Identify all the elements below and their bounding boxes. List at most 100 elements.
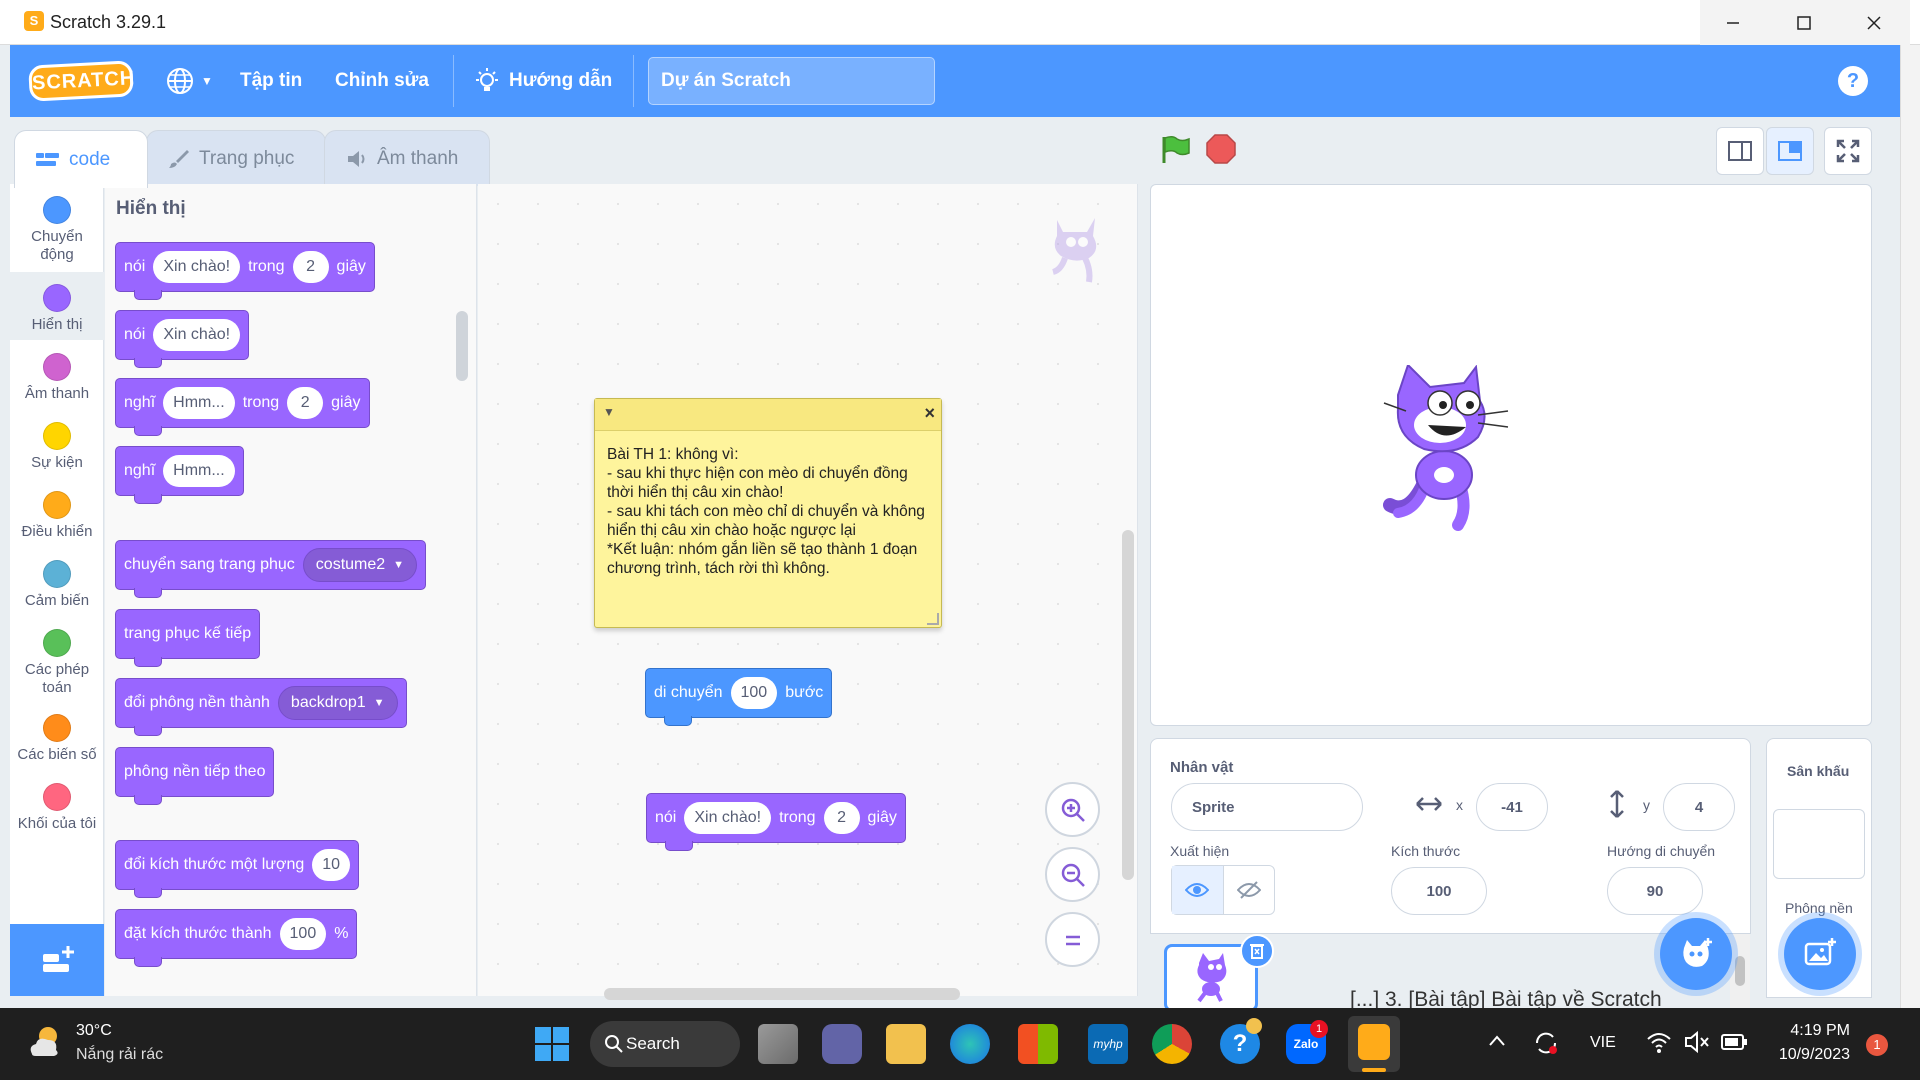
next-costume-block[interactable]: trang phục kế tiếp bbox=[115, 609, 261, 667]
delete-sprite-button[interactable] bbox=[1240, 934, 1274, 968]
file-explorer-icon[interactable] bbox=[886, 1024, 926, 1064]
resize-handle[interactable] bbox=[927, 613, 939, 625]
say-block[interactable]: nói Xin chào! bbox=[115, 310, 250, 368]
minimize-button[interactable] bbox=[1697, 0, 1769, 45]
message-input[interactable]: Xin chào! bbox=[153, 251, 241, 283]
volume-muted-icon[interactable] bbox=[1684, 1030, 1710, 1054]
comment-text[interactable]: Bài TH 1: không vì: - sau khi thực hiện … bbox=[595, 431, 941, 592]
file-menu[interactable]: Tập tin bbox=[240, 45, 302, 117]
category-sensing[interactable]: Cảm biến bbox=[10, 548, 104, 616]
edit-menu[interactable]: Chỉnh sửa bbox=[335, 45, 429, 117]
sync-icon[interactable] bbox=[1533, 1030, 1559, 1056]
teams-icon[interactable] bbox=[822, 1024, 862, 1064]
weather-icon[interactable] bbox=[26, 1022, 66, 1062]
close-icon[interactable]: × bbox=[924, 403, 935, 424]
collapse-icon[interactable]: ▼ bbox=[603, 405, 615, 419]
message-input[interactable]: Hmm... bbox=[163, 387, 235, 419]
maximize-button[interactable] bbox=[1768, 0, 1840, 45]
category-looks[interactable]: Hiển thị bbox=[10, 272, 104, 340]
message-input[interactable]: Xin chào! bbox=[684, 802, 772, 834]
help-button[interactable]: ? bbox=[1838, 66, 1868, 96]
palette-scrollbar[interactable] bbox=[456, 311, 468, 381]
wifi-icon[interactable] bbox=[1646, 1030, 1672, 1054]
category-operators[interactable]: Các phép toán bbox=[10, 617, 104, 696]
x-input[interactable]: -41 bbox=[1476, 783, 1548, 831]
message-input[interactable]: Hmm... bbox=[163, 455, 235, 487]
switch-backdrop-block[interactable]: đổi phông nền thành backdrop1 ▼ bbox=[115, 678, 407, 736]
costume-dropdown[interactable]: costume2 ▼ bbox=[302, 548, 418, 582]
workspace-horizontal-scrollbar[interactable] bbox=[604, 988, 960, 1000]
close-button[interactable] bbox=[1838, 0, 1910, 45]
store-icon[interactable] bbox=[1018, 1024, 1058, 1064]
size-change-input[interactable]: 10 bbox=[312, 849, 351, 881]
edge-icon[interactable] bbox=[950, 1024, 990, 1064]
category-events[interactable]: Sự kiện bbox=[10, 410, 104, 478]
say-for-secs-block[interactable]: nói Xin chào! trong 2 giây bbox=[115, 242, 375, 300]
category-sound[interactable]: Âm thanh bbox=[10, 341, 104, 409]
message-input[interactable]: Xin chào! bbox=[153, 319, 241, 351]
workspace-comment[interactable]: ▼ × Bài TH 1: không vì: - sau khi thực h… bbox=[594, 398, 942, 628]
move-steps-block[interactable]: di chuyển 100 bước bbox=[645, 668, 833, 726]
stage-canvas[interactable] bbox=[1150, 184, 1872, 726]
y-input[interactable]: 4 bbox=[1663, 783, 1735, 831]
scratch-taskbar-item[interactable] bbox=[1348, 1016, 1400, 1072]
task-view-icon[interactable] bbox=[758, 1024, 798, 1064]
hide-button[interactable] bbox=[1224, 866, 1275, 914]
small-stage-button[interactable] bbox=[1716, 127, 1764, 175]
project-title-input[interactable]: Dự án Scratch bbox=[648, 57, 935, 105]
size-input[interactable]: 100 bbox=[279, 918, 327, 950]
comment-header[interactable]: ▼ × bbox=[595, 399, 941, 431]
cat-sprite[interactable] bbox=[1378, 365, 1518, 535]
fullscreen-button[interactable] bbox=[1824, 127, 1872, 175]
scratch-logo[interactable]: SCRATCH bbox=[28, 60, 136, 102]
category-variables[interactable]: Các biến số bbox=[10, 702, 104, 770]
category-control[interactable]: Điều khiển bbox=[10, 479, 104, 547]
taskbar-search[interactable]: Search bbox=[590, 1021, 740, 1067]
choose-sprite-button[interactable] bbox=[1660, 918, 1732, 990]
language-menu[interactable]: ▼ bbox=[165, 45, 213, 117]
zoom-reset-button[interactable] bbox=[1045, 912, 1100, 967]
size-input[interactable]: 100 bbox=[1391, 867, 1487, 915]
tab-costumes[interactable]: Trang phục bbox=[146, 130, 326, 186]
zoom-in-button[interactable] bbox=[1045, 782, 1100, 837]
think-for-secs-block[interactable]: nghĩ Hmm... trong 2 giây bbox=[115, 378, 370, 436]
direction-input[interactable]: 90 bbox=[1607, 867, 1703, 915]
tutorials-menu[interactable]: Hướng dẫn bbox=[473, 45, 612, 117]
windows-start-icon[interactable] bbox=[532, 1024, 572, 1064]
notification-badge[interactable]: 1 bbox=[1866, 1034, 1888, 1056]
clock-time[interactable]: 4:19 PM bbox=[1787, 1022, 1850, 1040]
choose-backdrop-button[interactable] bbox=[1784, 918, 1856, 990]
sprite-name-input[interactable]: Sprite bbox=[1171, 783, 1363, 831]
seconds-input[interactable]: 2 bbox=[287, 387, 324, 419]
change-size-block[interactable]: đổi kích thước một lượng 10 bbox=[115, 840, 360, 898]
chrome-icon[interactable] bbox=[1152, 1024, 1192, 1064]
chevron-up-icon[interactable] bbox=[1488, 1034, 1506, 1048]
zoom-out-button[interactable] bbox=[1045, 847, 1100, 902]
category-motion[interactable]: Chuyển động bbox=[10, 184, 104, 263]
seconds-input[interactable]: 2 bbox=[292, 251, 329, 283]
sprite-list-scrollbar[interactable] bbox=[1730, 934, 1750, 1014]
myhp-icon[interactable]: myhp bbox=[1088, 1024, 1128, 1064]
steps-input[interactable]: 100 bbox=[730, 677, 778, 709]
seconds-input[interactable]: 2 bbox=[823, 802, 860, 834]
backdrop-dropdown[interactable]: backdrop1 ▼ bbox=[277, 686, 398, 720]
show-button[interactable] bbox=[1172, 866, 1224, 914]
add-extension-button[interactable] bbox=[10, 924, 104, 996]
tab-sounds[interactable]: Âm thanh bbox=[324, 130, 490, 186]
switch-costume-block[interactable]: chuyển sang trang phục costume2 ▼ bbox=[115, 540, 427, 598]
stage-thumbnail[interactable] bbox=[1773, 809, 1865, 879]
category-my-blocks[interactable]: Khối của tôi bbox=[10, 771, 104, 839]
think-block[interactable]: nghĩ Hmm... bbox=[115, 446, 244, 504]
normal-stage-button[interactable] bbox=[1766, 127, 1814, 175]
green-flag-icon[interactable] bbox=[1158, 133, 1192, 167]
stop-icon[interactable] bbox=[1205, 133, 1237, 165]
input-language[interactable]: VIE bbox=[1590, 1034, 1616, 1052]
next-backdrop-block[interactable]: phông nền tiếp theo bbox=[115, 747, 275, 805]
window-scrollbar[interactable] bbox=[1900, 45, 1920, 1008]
say-for-secs-block[interactable]: nói Xin chào! trong 2 giây bbox=[646, 793, 906, 851]
clock-date[interactable]: 10/9/2023 bbox=[1763, 1046, 1850, 1064]
workspace-vertical-scrollbar[interactable] bbox=[1122, 530, 1134, 880]
tab-code[interactable]: code bbox=[14, 130, 148, 188]
set-size-block[interactable]: đặt kích thước thành 100 % bbox=[115, 909, 358, 967]
battery-icon[interactable] bbox=[1720, 1032, 1748, 1052]
